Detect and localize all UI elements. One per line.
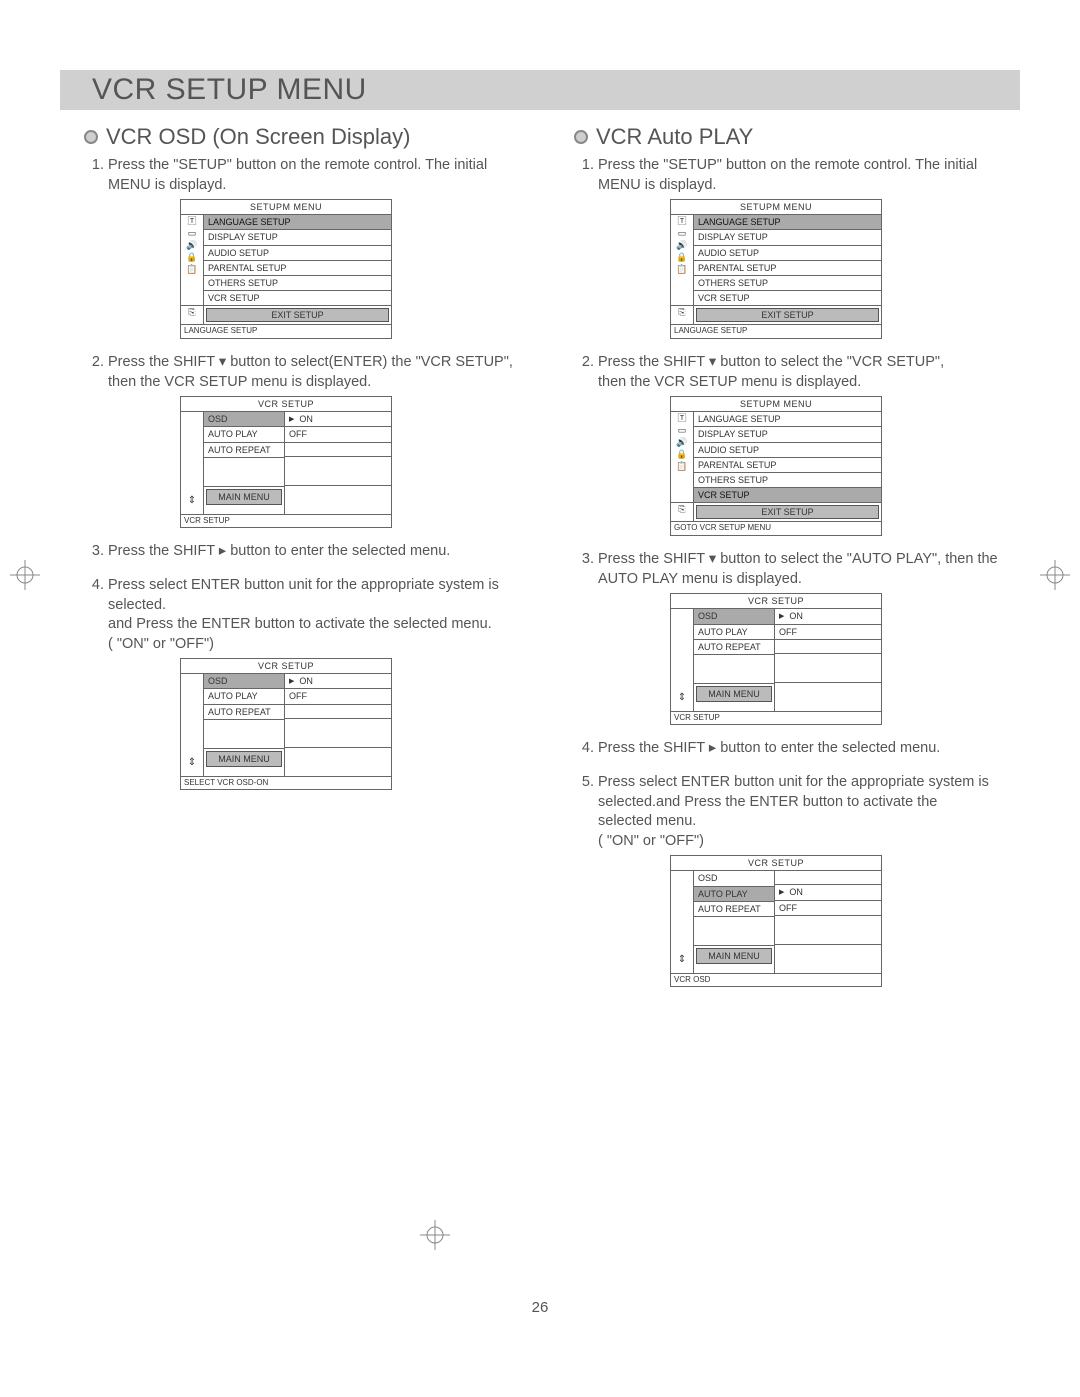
osd-icon-strip: 🅃 ▭ 🔊 🔒 📋 (671, 215, 694, 305)
menu-item: DISPLAY SETUP (694, 427, 881, 442)
menu-item: OTHERS SETUP (694, 276, 881, 291)
menu-item: AUDIO SETUP (694, 443, 881, 458)
exit-setup-button: EXIT SETUP (696, 505, 879, 519)
registration-mark-icon (10, 560, 40, 590)
exit-setup-button: EXIT SETUP (206, 308, 389, 322)
menu-item: VCR SETUP (204, 291, 391, 305)
osd-status: VCR OSD (671, 973, 881, 987)
main-menu-button: MAIN MENU (206, 489, 282, 505)
osd-vcr-setup: VCR SETUP ⇕ OSD AUTO PLAY AUTO REPEAT MA… (180, 658, 392, 790)
menu-item: LANGUAGE SETUP (204, 215, 391, 230)
osd-icon-strip: 🅃 ▭ 🔊 🔒 📋 (181, 215, 204, 305)
page-title-bar: VCR SETUP MENU (60, 70, 1020, 110)
registration-mark-icon (420, 1220, 450, 1250)
osd-status: GOTO VCR SETUP MENU (671, 521, 881, 535)
bullet-icon (84, 130, 98, 144)
osd-arrow-icon: ⇕ (181, 674, 204, 775)
osd-arrow-icon: ⇕ (671, 609, 694, 710)
vcr-key: AUTO REPEAT (204, 443, 284, 458)
osd-arrow-icon: ⇕ (671, 871, 694, 972)
vcr-key: AUTO PLAY (694, 625, 774, 640)
main-menu-button: MAIN MENU (696, 686, 772, 702)
exit-setup-button: EXIT SETUP (696, 308, 879, 322)
osd-status: SELECT VCR OSD-ON (181, 776, 391, 790)
vcr-value: ON (285, 674, 391, 689)
vcr-key: OSD (694, 871, 774, 886)
section-heading-left: VCR OSD (On Screen Display) (106, 124, 410, 150)
vcr-value: OFF (285, 689, 391, 704)
menu-item: PARENTAL SETUP (694, 261, 881, 276)
vcr-key: AUTO PLAY (204, 689, 284, 704)
step: Press the SHIFT ▸ button to enter the se… (598, 739, 1020, 759)
osd-vcr-setup: VCR SETUP ⇕ OSD AUTO PLAY AUTO REPEAT MA… (670, 593, 882, 725)
vcr-key: AUTO REPEAT (694, 640, 774, 655)
menu-item: OTHERS SETUP (204, 276, 391, 291)
menu-item: LANGUAGE SETUP (694, 412, 881, 427)
menu-item: PARENTAL SETUP (694, 458, 881, 473)
vcr-value: ON (775, 609, 881, 624)
right-column: VCR Auto PLAY Press the "SETUP" button o… (550, 124, 1020, 1001)
vcr-value: OFF (775, 901, 881, 916)
vcr-key: OSD (204, 674, 284, 689)
osd-status: VCR SETUP (671, 711, 881, 725)
main-menu-button: MAIN MENU (206, 751, 282, 767)
osd-status: VCR SETUP (181, 514, 391, 528)
vcr-key: AUTO REPEAT (694, 902, 774, 917)
step: Press the SHIFT ▸ button to enter the se… (108, 542, 530, 562)
osd-main-menu: SETUPM MENU 🅃 ▭ 🔊 🔒 📋 LANGUAGE SETUP (670, 199, 882, 339)
vcr-value: OFF (775, 625, 881, 640)
step: Press the "SETUP" button on the remote c… (598, 156, 1020, 339)
vcr-key: AUTO PLAY (204, 427, 284, 442)
osd-main-menu: SETUPM MENU 🅃 ▭ 🔊 🔒 📋 LANGUAGE SETUP (670, 396, 882, 536)
step: Press select ENTER button unit for the a… (598, 773, 1020, 987)
menu-item: DISPLAY SETUP (204, 230, 391, 245)
vcr-value: ON (285, 412, 391, 427)
osd-main-menu: SETUPM MENU 🅃 ▭ 🔊 🔒 📋 LANGUAGE SETUP (180, 199, 392, 339)
step: Press the "SETUP" button on the remote c… (108, 156, 530, 339)
page-title: VCR SETUP MENU (92, 73, 367, 107)
step: Press select ENTER button unit for the a… (108, 576, 530, 790)
menu-item: PARENTAL SETUP (204, 261, 391, 276)
steps-left: Press the "SETUP" button on the remote c… (108, 156, 530, 790)
osd-icon-strip: 🅃 ▭ 🔊 🔒 📋 (671, 412, 694, 502)
page-number: 26 (60, 1299, 1020, 1316)
osd-status: LANGUAGE SETUP (671, 324, 881, 338)
menu-item: VCR SETUP (694, 291, 881, 305)
osd-vcr-setup: VCR SETUP ⇕ OSD AUTO PLAY AUTO REPEAT MA… (180, 396, 392, 528)
registration-mark-icon (1040, 560, 1070, 590)
osd-vcr-setup: VCR SETUP ⇕ OSD AUTO PLAY AUTO REPEAT MA… (670, 855, 882, 987)
menu-item: VCR SETUP (694, 488, 881, 502)
menu-item: OTHERS SETUP (694, 473, 881, 488)
exit-icon: ⎘ (181, 306, 204, 324)
vcr-value: ON (775, 885, 881, 900)
osd-status: LANGUAGE SETUP (181, 324, 391, 338)
bullet-icon (574, 130, 588, 144)
main-menu-button: MAIN MENU (696, 948, 772, 964)
menu-item: DISPLAY SETUP (694, 230, 881, 245)
exit-icon: ⎘ (671, 503, 694, 521)
section-heading-right: VCR Auto PLAY (596, 124, 753, 150)
step: Press the SHIFT ▾ button to select the "… (598, 353, 1020, 536)
exit-icon: ⎘ (671, 306, 694, 324)
vcr-value: OFF (285, 427, 391, 442)
left-column: VCR OSD (On Screen Display) Press the "S… (60, 124, 530, 1001)
vcr-key: OSD (204, 412, 284, 427)
step: Press the SHIFT ▾ button to select the "… (598, 550, 1020, 725)
menu-item: AUDIO SETUP (204, 246, 391, 261)
vcr-key: AUTO PLAY (694, 887, 774, 902)
step: Press the SHIFT ▾ button to select(ENTER… (108, 353, 530, 528)
menu-item: LANGUAGE SETUP (694, 215, 881, 230)
steps-right: Press the "SETUP" button on the remote c… (598, 156, 1020, 987)
vcr-key: OSD (694, 609, 774, 624)
osd-arrow-icon: ⇕ (181, 412, 204, 513)
menu-item: AUDIO SETUP (694, 246, 881, 261)
vcr-key: AUTO REPEAT (204, 705, 284, 720)
